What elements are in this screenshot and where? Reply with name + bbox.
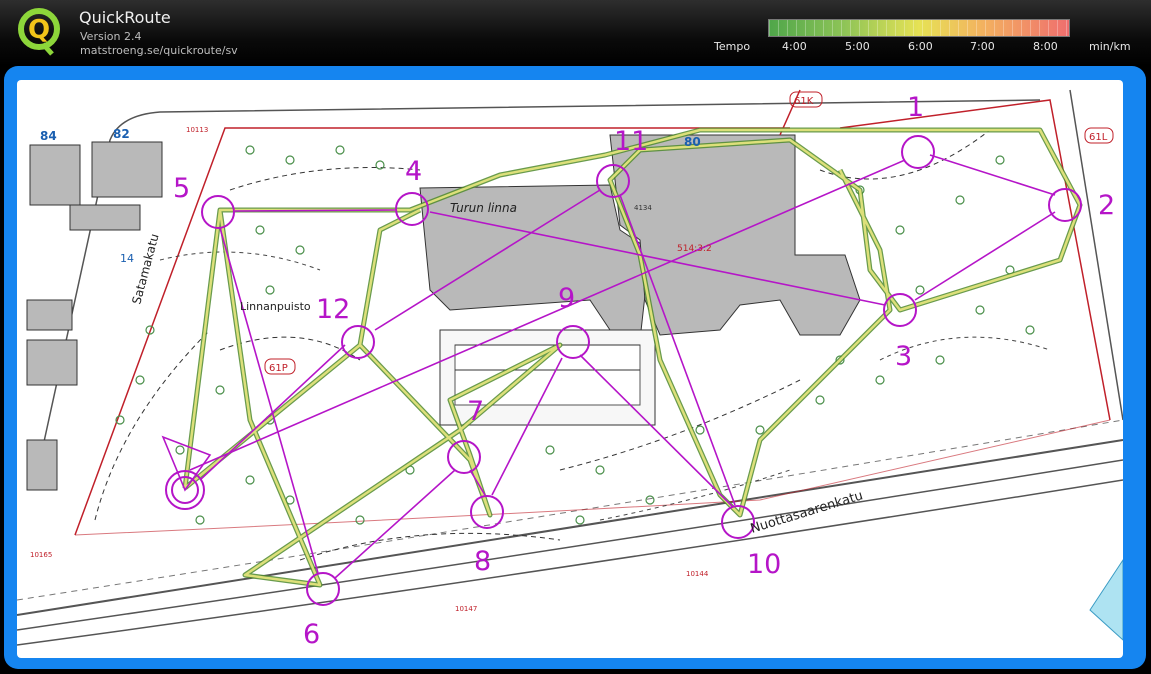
unit-label: min/km	[1089, 40, 1131, 53]
tempo-tick: 6:00	[908, 40, 933, 53]
quickroute-logo-icon: Q	[18, 8, 60, 56]
app-version: Version 2.4	[80, 30, 142, 43]
control-number: 1	[907, 92, 924, 123]
tempo-tick: 7:00	[970, 40, 995, 53]
tempo-color-scale	[768, 19, 1070, 37]
small-label: 4134	[634, 204, 652, 212]
tempo-tick: 5:00	[845, 40, 870, 53]
control-number: 8	[474, 546, 491, 577]
control-number: 12	[316, 294, 350, 325]
tempo-tick: 8:00	[1033, 40, 1058, 53]
svg-text:Q: Q	[28, 15, 50, 45]
orienteering-map[interactable]: 1 2 3 4 5 6 7 8 9 10 11 12 Turun linna L…	[17, 80, 1123, 658]
small-label: 10144	[686, 570, 709, 578]
control-number: 6	[303, 619, 320, 650]
control-circle-6	[306, 572, 340, 606]
parcel-label: 514:3:2	[677, 244, 712, 254]
control-circle-1	[901, 135, 935, 169]
small-label: 10113	[186, 126, 208, 134]
building-number: 82	[113, 127, 130, 141]
title-bar: Q QuickRoute Version 2.4 matstroeng.se/q…	[0, 0, 1151, 66]
building-number: 80	[684, 135, 701, 149]
park-name: Linnanpuisto	[240, 300, 311, 313]
building-number: 14	[120, 252, 134, 265]
building-number: 84	[40, 129, 57, 143]
area-code: 61K	[794, 96, 814, 107]
small-label: 10165	[30, 551, 52, 559]
control-number: 7	[467, 396, 484, 427]
control-number: 2	[1098, 190, 1115, 221]
control-number: 4	[405, 156, 422, 187]
small-label: 10147	[455, 605, 477, 613]
control-number: 5	[173, 173, 190, 204]
control-circle-2	[1048, 188, 1082, 222]
map-view[interactable]: 1 2 3 4 5 6 7 8 9 10 11 12 Turun linna L…	[17, 80, 1123, 658]
control-number: 10	[747, 549, 781, 580]
tempo-tick: 4:00	[782, 40, 807, 53]
street-name-satamakatu: Satamakatu	[129, 232, 161, 306]
control-number: 9	[558, 283, 575, 314]
app-url[interactable]: matstroeng.se/quickroute/sv	[80, 44, 238, 57]
area-code: 61L	[1089, 132, 1108, 143]
area-code: 61P	[269, 363, 288, 374]
tempo-label: Tempo	[714, 40, 751, 53]
castle-name: Turun linna	[450, 201, 517, 215]
control-number: 3	[895, 341, 912, 372]
control-number: 11	[614, 126, 648, 157]
app-title: QuickRoute	[79, 8, 171, 27]
